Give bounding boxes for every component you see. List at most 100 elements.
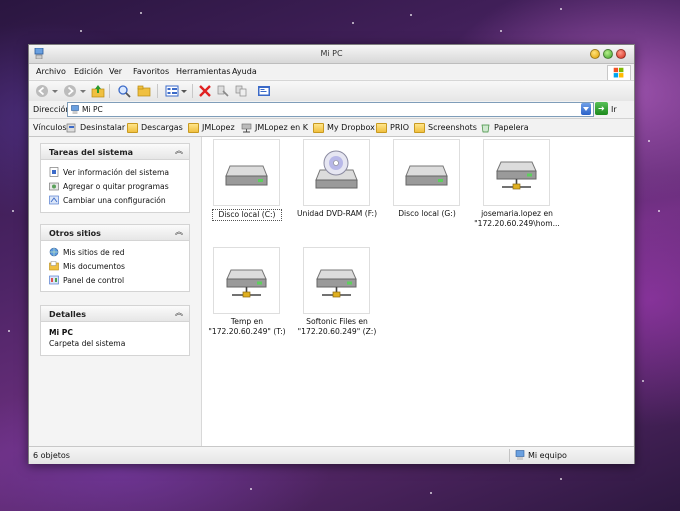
drive-item[interactable]: Temp en "172.20.60.249" (T:) <box>204 247 290 342</box>
uninstall-icon <box>66 123 76 132</box>
documents-folder-icon <box>49 261 59 271</box>
close-button[interactable] <box>616 49 626 59</box>
copy-to-icon[interactable] <box>234 84 248 98</box>
minimize-button[interactable] <box>590 49 600 59</box>
back-icon[interactable] <box>35 84 49 98</box>
address-bar: Dirección Mi PC ➜ Ir <box>29 101 634 119</box>
drive-item[interactable]: Disco local (C:) <box>204 139 290 229</box>
address-value: Mi PC <box>82 105 103 114</box>
link-jmlopez-en-k[interactable]: JMLopez en K <box>241 121 308 134</box>
details-panel-header[interactable]: Detalles ︽ <box>41 306 189 322</box>
drive-thumbnail <box>483 139 550 206</box>
address-dropdown-button[interactable] <box>581 103 591 115</box>
toolbar-separator <box>157 84 158 98</box>
link-prio[interactable]: PRIO <box>376 121 409 134</box>
details-name: Mi PC <box>49 328 73 337</box>
link-screenshots[interactable]: Screenshots <box>414 121 477 134</box>
menu-archivo[interactable]: Archivo <box>36 67 66 76</box>
title-bar[interactable]: Mi PC <box>29 45 634 64</box>
address-field[interactable]: Mi PC <box>67 102 594 117</box>
drive-item[interactable]: Softonic Files en "172.20.60.249" (Z:) <box>294 247 380 342</box>
forward-dropdown-icon[interactable] <box>79 84 87 98</box>
link-desinstalar[interactable]: Desinstalar <box>66 121 125 134</box>
system-info-icon <box>49 167 59 177</box>
computer-icon <box>71 105 79 114</box>
settings-icon <box>49 195 59 205</box>
place-documents[interactable]: Mis documentos <box>49 260 125 272</box>
status-divider <box>509 449 510 462</box>
drive-label: Disco local (G:) <box>398 209 456 218</box>
link-papelera[interactable]: Papelera <box>480 121 529 134</box>
network-drive-icon <box>241 123 252 132</box>
link-descargas[interactable]: Descargas <box>127 121 183 134</box>
up-folder-icon[interactable] <box>91 84 105 98</box>
network-places-icon <box>49 247 59 257</box>
folder-icon <box>313 122 324 133</box>
menu-ayuda[interactable]: Ayuda <box>232 67 257 76</box>
toolbar-separator <box>192 84 193 98</box>
network-drive-icon <box>316 269 357 298</box>
search-icon[interactable] <box>117 84 131 98</box>
drive-thumbnail <box>303 247 370 314</box>
link-my-dropbox[interactable]: My Dropbox <box>313 121 375 134</box>
move-to-icon[interactable] <box>216 84 230 98</box>
task-add-remove-programs[interactable]: Agregar o quitar programas <box>49 180 169 192</box>
link-jmlopez[interactable]: JMLopez <box>188 121 235 134</box>
links-label: Vínculos <box>33 123 67 132</box>
programs-icon <box>49 182 59 191</box>
menu-favoritos[interactable]: Favoritos <box>133 67 169 76</box>
toolbar <box>29 80 634 102</box>
properties-icon[interactable] <box>257 84 271 98</box>
tasks-panel: Tareas del sistema ︽ Ver información del… <box>40 143 190 213</box>
explorer-window: Mi PC Archivo Edición Ver Favoritos Herr… <box>28 44 635 464</box>
toolbar-separator <box>109 84 110 98</box>
details-description: Carpeta del sistema <box>49 339 126 348</box>
collapse-chevron-icon[interactable]: ︽ <box>175 228 183 236</box>
status-location: Mi equipo <box>515 450 567 460</box>
folder-icon <box>127 122 138 133</box>
menu-edicion[interactable]: Edición <box>74 67 103 76</box>
collapse-chevron-icon[interactable]: ︽ <box>175 309 183 317</box>
forward-icon[interactable] <box>63 84 77 98</box>
go-button[interactable]: ➜ <box>595 102 608 115</box>
delete-icon[interactable] <box>198 84 212 98</box>
places-panel-header[interactable]: Otros sitios ︽ <box>41 225 189 241</box>
details-panel: Detalles ︽ Mi PC Carpeta del sistema <box>40 305 190 356</box>
dvd-drive-icon <box>315 150 358 189</box>
drive-label: Temp en "172.20.60.249" (T:) <box>208 317 286 336</box>
folders-icon[interactable] <box>137 84 151 98</box>
tasks-panel-header[interactable]: Tareas del sistema ︽ <box>41 144 189 160</box>
collapse-chevron-icon[interactable]: ︽ <box>175 147 183 155</box>
views-icon[interactable] <box>165 84 179 98</box>
network-drive-icon <box>496 161 537 190</box>
drive-item[interactable]: Unidad DVD-RAM (F:) <box>294 139 380 229</box>
drive-label: josemaria.lopez en "172.20.60.249\hom... <box>474 209 560 228</box>
drive-thumbnail <box>303 139 370 206</box>
task-change-setting[interactable]: Cambiar una configuración <box>49 194 166 206</box>
drive-item[interactable]: Disco local (G:) <box>384 139 470 229</box>
drive-item[interactable]: josemaria.lopez en "172.20.60.249\hom... <box>474 139 560 234</box>
menu-herramientas[interactable]: Herramientas <box>176 67 231 76</box>
place-control-panel[interactable]: Panel de control <box>49 274 124 286</box>
go-label[interactable]: Ir <box>611 105 617 114</box>
address-label: Dirección <box>33 105 71 114</box>
folder-icon <box>376 122 387 133</box>
menu-bar: Archivo Edición Ver Favoritos Herramient… <box>29 64 634 82</box>
hard-drive-icon <box>225 165 268 186</box>
drive-label: Unidad DVD-RAM (F:) <box>296 209 378 218</box>
menu-ver[interactable]: Ver <box>109 67 122 76</box>
back-dropdown-icon[interactable] <box>51 84 59 98</box>
folder-icon <box>188 122 199 133</box>
computer-icon <box>515 450 525 460</box>
drive-thumbnail <box>213 247 280 314</box>
place-network[interactable]: Mis sitios de red <box>49 246 125 258</box>
control-panel-icon <box>49 275 59 285</box>
go-arrow-icon: ➜ <box>598 104 605 113</box>
task-view-system-info[interactable]: Ver información del sistema <box>49 166 169 178</box>
folder-icon <box>414 122 425 133</box>
maximize-button[interactable] <box>603 49 613 59</box>
drive-thumbnail <box>393 139 460 206</box>
views-dropdown-icon[interactable] <box>180 84 188 98</box>
drive-label: Disco local (C:) <box>212 209 282 221</box>
drives-view: Disco local (C:) Unidad DVD-RAM (F:) Dis… <box>201 137 633 446</box>
